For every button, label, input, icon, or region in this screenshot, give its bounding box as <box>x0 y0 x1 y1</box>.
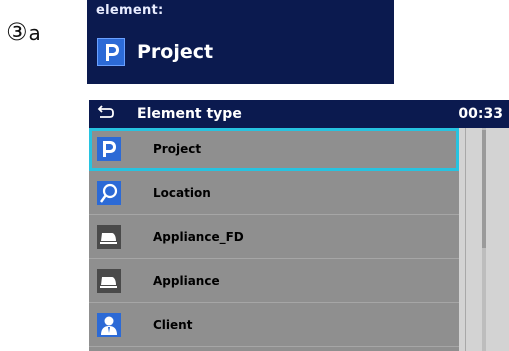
project-p-icon <box>97 38 125 66</box>
list-item-project[interactable]: Project <box>89 128 459 171</box>
step-letter: a <box>28 21 41 45</box>
list-item-label: Location <box>153 186 211 200</box>
scrollbar-thumb[interactable] <box>482 130 486 248</box>
list-item-appliance[interactable]: Appliance <box>89 260 459 303</box>
element-card: element: Project <box>87 0 394 84</box>
client-person-icon <box>97 313 121 337</box>
step-number: ③ <box>6 18 28 46</box>
location-pin-icon <box>97 181 121 205</box>
screen-title: Element type <box>137 106 242 122</box>
iron-appliance-icon <box>97 269 121 293</box>
header-bar: Element type 00:33 <box>89 100 509 128</box>
list-item-label: Project <box>153 142 202 156</box>
list-item-label: Appliance <box>153 274 220 288</box>
element-card-name: Project <box>137 41 214 63</box>
back-arrow-icon[interactable] <box>97 103 115 121</box>
list-item-label: Appliance_FD <box>153 230 244 244</box>
iron-appliance-icon <box>97 225 121 249</box>
step-label: ③a <box>6 18 41 46</box>
list-item-location[interactable]: Location <box>89 172 459 215</box>
list-item-label: Client <box>153 318 193 332</box>
project-p-icon <box>97 137 121 161</box>
element-type-list: Project Location Appliance_FD Appliance … <box>89 128 459 351</box>
clock-time: 00:33 <box>458 106 503 122</box>
list-item-client[interactable]: Client <box>89 304 459 347</box>
list-item-appliance-fd[interactable]: Appliance_FD <box>89 216 459 259</box>
list-divider <box>465 128 466 351</box>
element-card-caption: element: <box>96 3 164 18</box>
device-screen: Element type 00:33 Project Location Appl… <box>89 100 509 351</box>
